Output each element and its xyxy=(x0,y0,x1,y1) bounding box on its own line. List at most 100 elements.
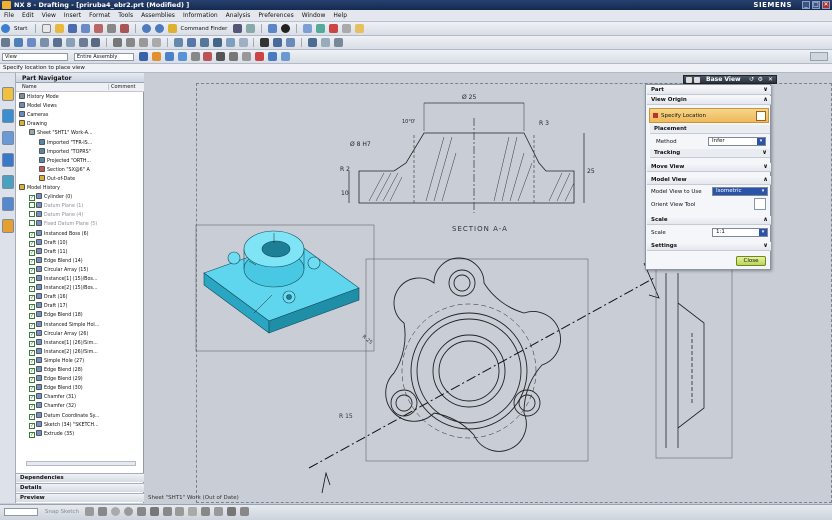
menu-format[interactable]: Format xyxy=(85,10,114,21)
gdt-icon[interactable] xyxy=(199,38,209,47)
rectangle-tool-icon[interactable] xyxy=(136,507,146,516)
visibility-checkbox[interactable]: ✓ xyxy=(29,258,35,265)
snap-control-icon[interactable] xyxy=(280,52,290,61)
navigator-node[interactable]: Section "SX@6" A xyxy=(39,165,90,175)
break-view-icon[interactable] xyxy=(65,38,75,47)
navigator-node[interactable]: ✓ Instance[2] (26)/Sim... xyxy=(29,347,98,357)
snap-intersection-icon[interactable] xyxy=(203,52,213,61)
visibility-checkbox[interactable]: ✓ xyxy=(29,422,35,429)
area-fill-icon[interactable] xyxy=(152,38,162,47)
navigator-node[interactable]: ✓ Instanced Boss (6) xyxy=(29,229,89,239)
dialog-close-icon[interactable]: ✕ xyxy=(768,76,773,83)
visibility-checkbox[interactable]: ✓ xyxy=(29,286,35,293)
col-name[interactable]: Name xyxy=(22,84,37,90)
base-view-icon[interactable] xyxy=(13,38,23,47)
minimize-button[interactable]: _ xyxy=(802,1,810,9)
point-tool-icon[interactable] xyxy=(162,507,172,516)
drawing-sheet-icon[interactable] xyxy=(1,38,10,47)
circle-tool-icon[interactable] xyxy=(123,507,133,516)
specify-location-row[interactable]: Specify Location xyxy=(649,108,769,123)
dim-r15-plan[interactable]: R 15 xyxy=(339,413,353,420)
snap-center-icon[interactable] xyxy=(177,52,187,61)
extend-tool-icon[interactable] xyxy=(188,507,198,516)
preview-panel[interactable]: Preview xyxy=(16,493,144,502)
balloon-icon[interactable] xyxy=(286,38,296,47)
save-as-icon[interactable] xyxy=(81,24,91,33)
menu-edit[interactable]: Edit xyxy=(18,10,38,21)
navigator-node[interactable]: ✓ Circular Array (15) xyxy=(29,265,88,275)
navigator-node[interactable]: ✓ Edge Blend (14) xyxy=(29,256,83,266)
snap-existing-icon[interactable] xyxy=(255,52,265,61)
fit-icon[interactable] xyxy=(268,24,278,33)
navigator-node[interactable]: ✓ Instance[2] (15)/Bos... xyxy=(29,284,98,293)
horizontal-scrollbar[interactable] xyxy=(26,461,136,466)
filter-icon[interactable] xyxy=(138,52,148,61)
mirror-tool-icon[interactable] xyxy=(227,507,237,516)
redo-icon[interactable] xyxy=(154,24,164,33)
measure-icon[interactable] xyxy=(315,24,325,33)
trim-tool-icon[interactable] xyxy=(175,507,185,516)
navigator-node[interactable]: Datum Plane (4) xyxy=(29,211,83,220)
navigator-node[interactable]: Fixed Datum Plane (5) xyxy=(29,220,97,229)
visibility-checkbox[interactable]: ✓ xyxy=(29,386,35,393)
detail-view-icon[interactable] xyxy=(39,38,49,47)
selection-scope-combo[interactable]: Entire Assembly xyxy=(73,52,134,61)
fillet-tool-icon[interactable] xyxy=(149,507,159,516)
placement-section[interactable]: Placement xyxy=(650,125,770,134)
dimension-tool-icon[interactable] xyxy=(214,507,224,516)
visibility-checkbox[interactable]: ✓ xyxy=(29,322,35,329)
navigator-node[interactable]: Sheet "SHT1" Work-A... xyxy=(29,129,93,138)
web-browser-icon[interactable] xyxy=(2,175,14,189)
symbol-icon[interactable] xyxy=(126,38,136,47)
navigator-node[interactable]: Model Views xyxy=(19,102,57,111)
copy-icon[interactable] xyxy=(106,24,116,33)
profile-icon[interactable] xyxy=(84,507,94,516)
menu-view[interactable]: View xyxy=(38,10,60,21)
navigator-node[interactable]: Model History xyxy=(19,184,60,193)
navigator-node[interactable]: ✓ Chamfer (31) xyxy=(29,393,76,402)
visibility-checkbox[interactable]: ✓ xyxy=(29,295,35,302)
constraint-tool-icon[interactable] xyxy=(201,507,211,516)
new-icon[interactable] xyxy=(42,24,52,33)
part-navigator-icon[interactable] xyxy=(2,109,14,123)
scale-section[interactable]: Scale ∧ xyxy=(647,216,771,225)
visibility-checkbox[interactable]: ✓ xyxy=(29,368,35,374)
note-icon[interactable] xyxy=(186,38,196,47)
menu-information[interactable]: Information xyxy=(179,10,222,21)
visibility-checkbox[interactable] xyxy=(29,211,35,218)
dim-25-vert[interactable]: 25 xyxy=(587,168,595,175)
line-icon[interactable] xyxy=(320,38,330,47)
snap-midpoint-icon[interactable] xyxy=(164,52,174,61)
cut-icon[interactable] xyxy=(93,24,103,33)
close-window-button[interactable]: ✕ xyxy=(822,1,830,9)
navigator-node[interactable]: Drawing xyxy=(19,120,47,129)
navigator-node[interactable]: ✓ Simple Hole (27) xyxy=(29,356,84,366)
navigator-node[interactable]: ✓ Instance[1] (15)/Bos... xyxy=(29,275,98,284)
section-label[interactable]: SECTION A-A xyxy=(452,225,508,233)
visibility-checkbox[interactable]: ✓ xyxy=(29,313,35,320)
col-comment[interactable]: Comment xyxy=(108,84,136,90)
dim-r2[interactable]: R 2 xyxy=(340,166,350,173)
navigator-node[interactable]: Imported "TOPRS" xyxy=(39,147,91,157)
menu-help[interactable]: Help xyxy=(329,10,351,21)
options-icon[interactable]: ⚙ xyxy=(758,76,763,83)
view-origin-section[interactable]: View Origin ∧ xyxy=(647,96,771,105)
dim-10[interactable]: 10 xyxy=(341,190,349,197)
visibility-checkbox[interactable] xyxy=(29,220,35,227)
navigator-node[interactable]: ✓ Edge Blend (28) xyxy=(29,366,83,375)
reset-icon[interactable]: ↺ xyxy=(749,76,754,83)
datum-icon[interactable] xyxy=(212,38,222,47)
navigator-node[interactable]: Imported "TFR-IS... xyxy=(39,138,92,148)
section-view-icon[interactable] xyxy=(52,38,62,47)
section-icon[interactable] xyxy=(328,24,338,33)
menu-window[interactable]: Window xyxy=(298,10,330,21)
navigator-node[interactable]: ✓ Instanced Simple Hol... xyxy=(29,320,99,330)
table-icon[interactable] xyxy=(260,38,270,47)
part-section[interactable]: Part ∨ xyxy=(647,86,771,95)
view-layout-icon[interactable] xyxy=(233,24,243,33)
surface-finish-icon[interactable] xyxy=(225,38,235,47)
roles-icon[interactable] xyxy=(2,219,14,233)
toolbar-options-icon[interactable] xyxy=(810,52,828,61)
dim-chamfer[interactable]: 10°0' xyxy=(402,119,415,125)
model-view-section[interactable]: Model View ∧ xyxy=(647,176,771,185)
